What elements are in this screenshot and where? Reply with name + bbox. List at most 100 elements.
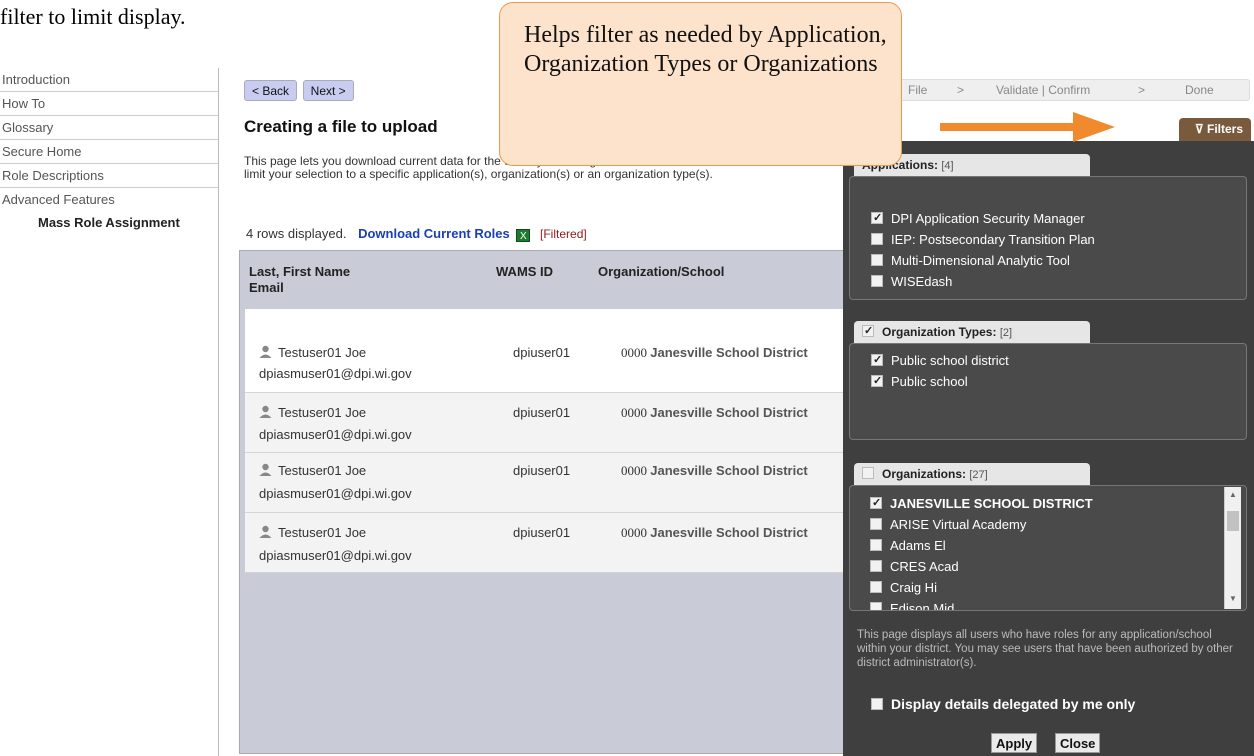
- org-types-header: Organization Types: [2]: [854, 321, 1090, 343]
- checkbox[interactable]: [871, 254, 883, 266]
- row-organization: 0000 Janesville School District: [621, 463, 808, 479]
- nav-item-glossary[interactable]: Glossary: [0, 116, 218, 140]
- nav-item-mass-role-assignment[interactable]: Mass Role Assignment: [0, 212, 218, 236]
- application-option[interactable]: WISEdash: [871, 274, 952, 290]
- header-email: Email: [249, 280, 284, 295]
- checkbox[interactable]: [871, 354, 883, 366]
- organization-option[interactable]: Edison Mid: [870, 601, 955, 611]
- nav-item-how-to[interactable]: How To: [0, 92, 218, 116]
- header-name-email: Last, First Name Email: [249, 264, 350, 296]
- organizations-count: [27]: [969, 469, 988, 481]
- step-file: File: [908, 83, 928, 97]
- nav-item-secure-home[interactable]: Secure Home: [0, 140, 218, 164]
- next-button[interactable]: Next >: [302, 80, 354, 101]
- row-email: dpiasmuser01@dpi.wi.gov: [259, 548, 412, 563]
- row-name: Testuser01 Joe: [278, 345, 367, 360]
- nav-divider: [218, 68, 219, 756]
- option-label: Edison Mid: [890, 601, 955, 611]
- table-row[interactable]: Testuser01 Joe dpiasmuser01@dpi.wi.gov d…: [245, 309, 860, 393]
- organization-option[interactable]: JANESVILLE SCHOOL DISTRICT: [870, 496, 1093, 512]
- scroll-up-icon[interactable]: ▲: [1229, 490, 1237, 499]
- checkbox[interactable]: [870, 539, 882, 551]
- filters-tab-label: Filters: [1206, 122, 1243, 136]
- org-types-count: [2]: [999, 327, 1013, 339]
- header-wams-id: WAMS ID: [496, 264, 554, 279]
- row-organization: 0000 Janesville School District: [621, 525, 808, 541]
- nav-item-introduction[interactable]: Introduction: [0, 68, 218, 92]
- header-name: Last, First Name: [249, 264, 351, 279]
- option-label: Public school district: [891, 353, 1009, 368]
- row-name: Testuser01 Joe: [278, 525, 367, 540]
- organizations-title: Organizations:: [882, 467, 967, 481]
- option-label: WISEdash: [891, 274, 953, 289]
- table-row[interactable]: Testuser01 Joe dpiasmuser01@dpi.wi.gov d…: [245, 393, 860, 453]
- checkbox[interactable]: [870, 497, 882, 509]
- funnel-icon: ⊽: [1194, 122, 1204, 136]
- checkbox[interactable]: [871, 698, 883, 710]
- step-done: Done: [1185, 83, 1214, 97]
- option-label: Craig Hi: [890, 580, 937, 595]
- row-name: Testuser01 Joe: [278, 463, 367, 478]
- application-option[interactable]: IEP: Postsecondary Transition Plan: [871, 232, 1095, 248]
- panel-note: This page displays all users who have ro…: [857, 629, 1233, 669]
- checkbox[interactable]: [870, 518, 882, 530]
- option-label: JANESVILLE SCHOOL DISTRICT: [890, 496, 1093, 511]
- delegated-option[interactable]: Display details delegated by me only: [871, 696, 1135, 712]
- option-label: ARISE Virtual Academy: [890, 517, 1027, 532]
- page-title: Creating a file to upload: [244, 117, 438, 136]
- checkbox[interactable]: [871, 212, 883, 224]
- checkbox[interactable]: [870, 560, 882, 572]
- step-breadcrumb: File > Validate | Confirm > Done: [880, 79, 1250, 101]
- person-icon: [259, 405, 272, 418]
- back-button[interactable]: < Back: [244, 80, 298, 101]
- org-name: Janesville School District: [650, 405, 808, 420]
- checkbox[interactable]: [870, 581, 882, 593]
- option-label: IEP: Postsecondary Transition Plan: [891, 232, 1095, 247]
- option-label: Multi-Dimensional Analytic Tool: [891, 253, 1070, 268]
- person-icon: [259, 525, 272, 538]
- row-wams-id: dpiuser01: [513, 525, 571, 540]
- table-row[interactable]: Testuser01 Joe dpiasmuser01@dpi.wi.gov d…: [245, 513, 860, 573]
- close-button[interactable]: Close: [1055, 733, 1101, 753]
- organization-option[interactable]: CRES Acad: [870, 559, 959, 575]
- org-type-option[interactable]: Public school district: [871, 353, 1009, 369]
- table-row[interactable]: Testuser01 Joe dpiasmuser01@dpi.wi.gov d…: [245, 453, 860, 513]
- nav-item-role-descriptions[interactable]: Role Descriptions: [0, 164, 218, 188]
- scroll-down-icon[interactable]: ▼: [1229, 594, 1237, 603]
- excel-icon[interactable]: X: [516, 229, 531, 242]
- organizations-header: Organizations: [27]: [854, 463, 1090, 485]
- organization-option[interactable]: Adams El: [870, 538, 946, 554]
- person-icon: [259, 463, 272, 476]
- checkbox[interactable]: [870, 602, 882, 610]
- organizations-select-all-checkbox[interactable]: [862, 467, 874, 479]
- download-current-roles-link[interactable]: Download Current Roles: [358, 226, 510, 241]
- org-types-select-all-checkbox[interactable]: [862, 325, 874, 337]
- org-name: Janesville School District: [650, 525, 808, 540]
- checkbox[interactable]: [871, 375, 883, 387]
- filtered-badge: [Filtered]: [540, 227, 587, 241]
- org-code: 0000: [621, 345, 647, 360]
- delegated-label: Display details delegated by me only: [891, 696, 1136, 712]
- organizations-scrollbar[interactable]: ▲ ▼: [1224, 487, 1241, 609]
- application-option[interactable]: DPI Application Security Manager: [871, 211, 1085, 227]
- checkbox[interactable]: [871, 233, 883, 245]
- application-option[interactable]: Multi-Dimensional Analytic Tool: [871, 253, 1070, 269]
- rows-info: 4 rows displayed. Download Current Roles…: [246, 226, 587, 242]
- organization-option[interactable]: Craig Hi: [870, 580, 937, 596]
- row-email: dpiasmuser01@dpi.wi.gov: [259, 427, 412, 442]
- step-validate-confirm: Validate | Confirm: [996, 83, 1091, 97]
- organizations-list[interactable]: JANESVILLE SCHOOL DISTRICT ARISE Virtual…: [849, 485, 1247, 611]
- organization-option[interactable]: ARISE Virtual Academy: [870, 517, 1026, 533]
- person-icon: [259, 345, 272, 358]
- header-organization: Organization/School: [598, 264, 725, 279]
- org-code: 0000: [621, 463, 647, 478]
- scroll-thumb[interactable]: [1227, 511, 1239, 531]
- filters-tab[interactable]: ⊽ Filters: [1179, 118, 1251, 141]
- nav-item-advanced-features[interactable]: Advanced Features: [0, 188, 218, 212]
- rows-count: 4 rows displayed.: [246, 226, 347, 241]
- page-description-line-2: limit your selection to a specific appli…: [244, 167, 713, 181]
- org-name: Janesville School District: [650, 463, 808, 478]
- checkbox[interactable]: [871, 275, 883, 287]
- org-type-option[interactable]: Public school: [871, 374, 968, 390]
- apply-button[interactable]: Apply: [991, 733, 1038, 753]
